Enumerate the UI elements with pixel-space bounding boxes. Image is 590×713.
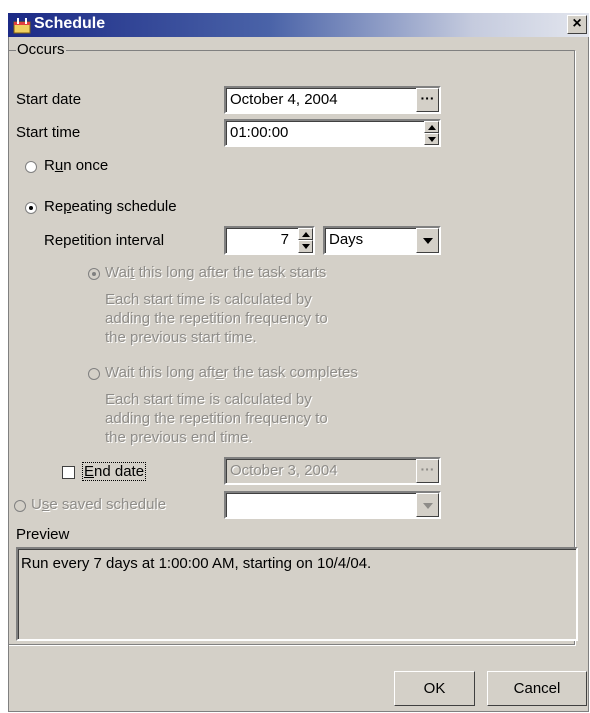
use-saved-schedule-label[interactable]: Use saved schedule <box>31 496 166 513</box>
close-button[interactable]: × <box>567 15 587 34</box>
run-once-radio[interactable] <box>25 161 37 173</box>
start-date-field[interactable]: October 4, 2004 ··· <box>224 86 441 114</box>
wait-after-start-radio[interactable] <box>88 268 100 280</box>
title-bar[interactable]: Schedule × <box>8 13 589 37</box>
chevron-down-icon <box>423 238 433 244</box>
occurs-group-label: Occurs <box>16 41 66 58</box>
repetition-unit-dropdown-button[interactable] <box>416 228 439 253</box>
arrow-down-icon <box>302 244 310 249</box>
arrow-up-icon <box>302 232 310 237</box>
arrow-down-icon <box>428 137 436 142</box>
window-title: Schedule <box>34 15 106 32</box>
end-date-field[interactable]: October 3, 2004 ··· <box>224 457 441 485</box>
repetition-unit-value: Days <box>329 231 364 248</box>
repeating-schedule-label[interactable]: Repeating schedule <box>44 198 177 215</box>
run-once-label[interactable]: Run once <box>44 157 108 174</box>
repetition-unit-select[interactable]: Days <box>323 226 441 255</box>
saved-schedule-dropdown-button[interactable] <box>416 493 439 517</box>
wait-after-start-description: Each start time is calculated by adding … <box>105 291 328 346</box>
chevron-down-icon <box>423 503 433 509</box>
start-time-label: Start time <box>16 124 81 141</box>
repetition-value-field[interactable]: 7 <box>224 226 315 255</box>
end-date-picker-button[interactable]: ··· <box>416 459 439 483</box>
start-date-value: October 4, 2004 <box>230 91 338 108</box>
wait-after-complete-label[interactable]: Wait this long after the task completes <box>105 364 358 381</box>
preview-box: Run every 7 days at 1:00:00 AM, starting… <box>16 547 578 641</box>
cancel-button[interactable]: Cancel <box>487 671 587 706</box>
repetition-up-button[interactable] <box>298 228 313 240</box>
repetition-down-button[interactable] <box>298 240 313 253</box>
preview-text: Run every 7 days at 1:00:00 AM, starting… <box>21 555 372 572</box>
use-saved-schedule-radio[interactable] <box>14 500 26 512</box>
ok-button[interactable]: OK <box>394 671 475 706</box>
start-date-label: Start date <box>16 91 82 108</box>
end-date-label[interactable]: End date <box>82 462 147 481</box>
schedule-app-icon <box>13 18 31 34</box>
repeating-schedule-radio[interactable] <box>25 202 37 214</box>
start-time-up-button[interactable] <box>424 121 439 133</box>
start-time-down-button[interactable] <box>424 133 439 145</box>
start-date-picker-button[interactable]: ··· <box>416 88 439 112</box>
end-date-checkbox[interactable] <box>62 466 75 479</box>
saved-schedule-select[interactable] <box>224 491 441 519</box>
ellipsis-icon: ··· <box>420 461 435 477</box>
preview-label: Preview <box>16 526 70 543</box>
close-icon: × <box>572 15 582 32</box>
repetition-value: 7 <box>280 231 289 248</box>
end-date-value: October 3, 2004 <box>230 462 338 479</box>
wait-after-complete-radio[interactable] <box>88 368 100 380</box>
arrow-up-icon <box>428 125 436 130</box>
wait-after-complete-description: Each start time is calculated by adding … <box>105 391 328 446</box>
start-time-field[interactable]: 01:00:00 <box>224 119 441 147</box>
ellipsis-icon: ··· <box>420 90 435 106</box>
start-time-value: 01:00:00 <box>230 124 289 141</box>
wait-after-start-label[interactable]: Wait this long after the task starts <box>105 264 326 281</box>
repetition-interval-label: Repetition interval <box>44 232 165 249</box>
